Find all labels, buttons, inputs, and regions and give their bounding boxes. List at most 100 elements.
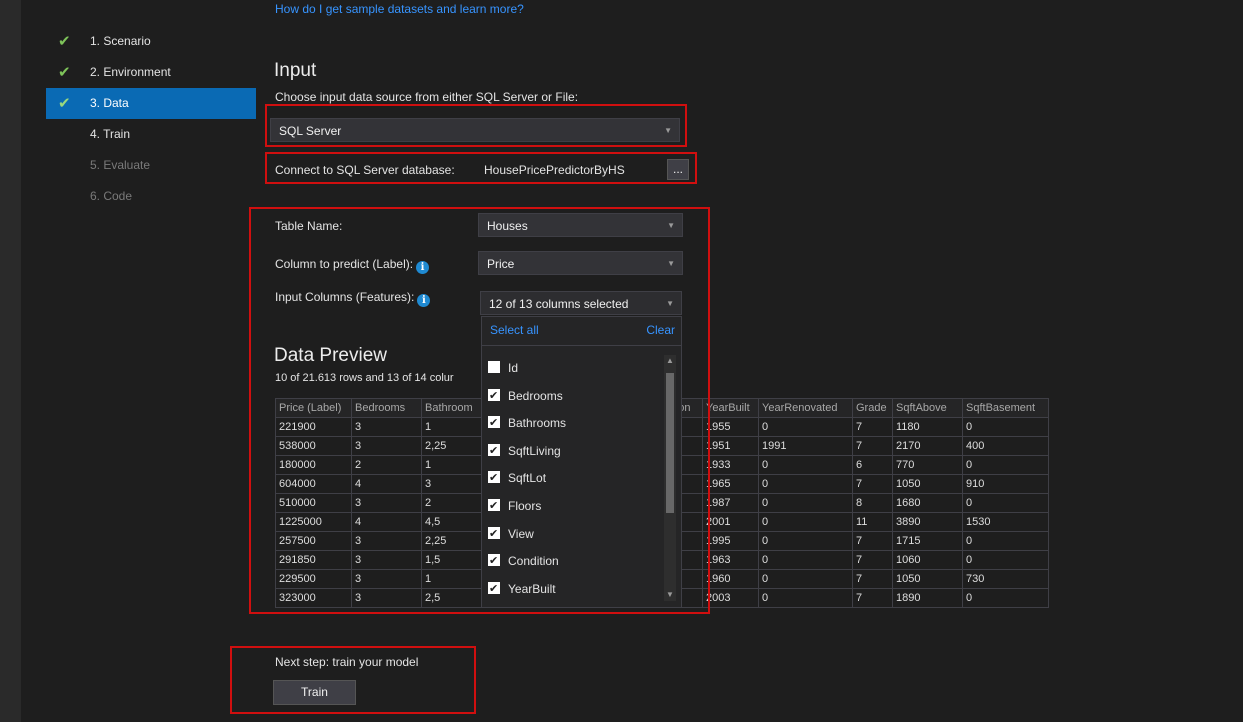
table-cell: 0 bbox=[758, 512, 853, 532]
nav-step-label: 6. Code bbox=[90, 189, 133, 203]
sample-datasets-link[interactable]: How do I get sample datasets and learn m… bbox=[275, 2, 524, 16]
table-cell: 180000 bbox=[275, 455, 352, 475]
checkbox[interactable] bbox=[488, 383, 500, 410]
data-source-dropdown[interactable]: SQL Server ▼ bbox=[270, 118, 680, 142]
popup-scrollbar[interactable]: ▲ ▼ bbox=[664, 355, 676, 601]
nav-step-label: 5. Evaluate bbox=[90, 158, 151, 172]
checkbox[interactable] bbox=[488, 410, 500, 438]
table-cell: 7 bbox=[852, 588, 893, 608]
wizard-steps-nav: ✔ 1. Scenario ✔ 2. Environment ✔ 3. Data… bbox=[46, 26, 256, 212]
table-cell: 4,5 bbox=[421, 512, 482, 532]
checkbox[interactable] bbox=[488, 493, 500, 521]
table-cell: 2,25 bbox=[421, 436, 482, 456]
nav-step-environment[interactable]: ✔ 2. Environment bbox=[46, 57, 256, 88]
feature-option[interactable]: YearBuilt bbox=[488, 576, 658, 603]
table-cell: 1050 bbox=[892, 474, 963, 494]
table-cell: 0 bbox=[758, 550, 853, 570]
label-column-text: Column to predict (Label): bbox=[275, 257, 414, 271]
info-icon[interactable]: i bbox=[416, 261, 430, 274]
checkbox[interactable] bbox=[488, 548, 500, 576]
feature-option[interactable]: SqftLiving bbox=[488, 438, 658, 465]
table-cell: 1995 bbox=[702, 531, 759, 551]
feature-option-label: View bbox=[508, 526, 534, 541]
nav-step-data[interactable]: ✔ 3. Data bbox=[46, 88, 256, 119]
left-edge-panel bbox=[0, 0, 21, 722]
grid-column-header[interactable]: YearBuilt bbox=[702, 398, 759, 418]
nav-step-train[interactable]: 4. Train bbox=[46, 119, 256, 150]
chevron-down-icon: ▼ bbox=[666, 299, 674, 308]
table-cell: 4 bbox=[351, 512, 422, 532]
feature-option-label: YearBuilt bbox=[508, 581, 556, 596]
data-preview-summary: 10 of 21.613 rows and 13 of 14 colur bbox=[275, 372, 454, 384]
features-dropdown[interactable]: 12 of 13 columns selected ▼ bbox=[480, 291, 682, 315]
table-cell: 0 bbox=[962, 455, 1049, 475]
table-cell: 0 bbox=[758, 417, 853, 437]
scroll-up-icon[interactable]: ▲ bbox=[664, 355, 676, 367]
table-cell: 6 bbox=[852, 455, 893, 475]
browse-connection-button[interactable]: ... bbox=[667, 159, 689, 180]
nav-step-evaluate: 5. Evaluate bbox=[46, 150, 256, 181]
feature-option-label: Id bbox=[508, 361, 519, 375]
grid-column-header[interactable]: YearRenovated bbox=[758, 398, 853, 418]
features-label: Input Columns (Features): i bbox=[275, 290, 431, 307]
table-cell: 3 bbox=[351, 550, 422, 570]
checkbox[interactable] bbox=[488, 465, 500, 493]
table-cell: 1 bbox=[421, 417, 482, 437]
features-select-popup: Select all Clear Id Bedrooms Bathrooms Sqft… bbox=[481, 316, 682, 608]
checkbox[interactable] bbox=[488, 438, 500, 465]
feature-option[interactable]: Id bbox=[488, 355, 658, 383]
nav-step-code: 6. Code bbox=[46, 181, 256, 212]
input-heading: Input bbox=[274, 60, 317, 81]
table-name-label: Table Name: bbox=[275, 219, 343, 233]
table-cell: 510000 bbox=[275, 493, 352, 513]
info-icon[interactable]: i bbox=[417, 294, 431, 307]
input-subtitle: Choose input data source from either SQL… bbox=[275, 90, 579, 104]
feature-option[interactable]: Bathrooms bbox=[488, 410, 658, 438]
feature-option[interactable]: View bbox=[488, 521, 658, 548]
table-cell: 0 bbox=[758, 455, 853, 475]
table-cell: 229500 bbox=[275, 569, 352, 589]
table-cell: 604000 bbox=[275, 474, 352, 494]
feature-option-label: Condition bbox=[508, 554, 559, 569]
table-cell: 0 bbox=[758, 493, 853, 513]
table-cell: 400 bbox=[962, 436, 1049, 456]
popup-header: Select all Clear bbox=[482, 317, 681, 346]
connect-label: Connect to SQL Server database: bbox=[275, 163, 455, 177]
checkbox[interactable] bbox=[488, 361, 500, 373]
grid-column-header[interactable]: Grade bbox=[852, 398, 893, 418]
table-cell: 1991 bbox=[758, 436, 853, 456]
grid-column-header[interactable]: SqftAbove bbox=[892, 398, 963, 418]
scrollbar-thumb[interactable] bbox=[666, 373, 674, 513]
table-cell: 1530 bbox=[962, 512, 1049, 532]
grid-column-header[interactable]: Bathroom bbox=[421, 398, 482, 418]
feature-option[interactable]: Bedrooms bbox=[488, 383, 658, 410]
checkbox[interactable] bbox=[488, 576, 500, 603]
table-cell: 221900 bbox=[275, 417, 352, 437]
table-cell: 2,25 bbox=[421, 531, 482, 551]
grid-column-header[interactable]: Price (Label) bbox=[275, 398, 352, 418]
table-cell: 2170 bbox=[892, 436, 963, 456]
table-cell: 291850 bbox=[275, 550, 352, 570]
table-cell: 8 bbox=[852, 493, 893, 513]
table-cell: 3 bbox=[351, 569, 422, 589]
feature-option[interactable]: SqftLot bbox=[488, 465, 658, 493]
chevron-down-icon: ▼ bbox=[667, 221, 675, 230]
features-value: 12 of 13 columns selected bbox=[489, 297, 629, 311]
select-all-link[interactable]: Select all bbox=[490, 323, 539, 337]
scroll-down-icon[interactable]: ▼ bbox=[664, 589, 676, 601]
feature-option[interactable]: Condition bbox=[488, 548, 658, 576]
feature-option-label: Bedrooms bbox=[508, 388, 563, 403]
train-button[interactable]: Train bbox=[273, 680, 356, 705]
table-cell: 257500 bbox=[275, 531, 352, 551]
label-column-dropdown[interactable]: Price ▼ bbox=[478, 251, 683, 275]
grid-column-header[interactable]: Bedrooms bbox=[351, 398, 422, 418]
feature-option[interactable]: Floors bbox=[488, 493, 658, 521]
clear-link[interactable]: Clear bbox=[646, 323, 675, 337]
table-cell: 1890 bbox=[892, 588, 963, 608]
table-name-dropdown[interactable]: Houses ▼ bbox=[478, 213, 683, 237]
nav-step-label: 4. Train bbox=[90, 127, 131, 141]
feature-option-label: SqftLot bbox=[508, 471, 547, 486]
nav-step-scenario[interactable]: ✔ 1. Scenario bbox=[46, 26, 256, 57]
grid-column-header[interactable]: SqftBasement bbox=[962, 398, 1049, 418]
checkbox[interactable] bbox=[488, 521, 500, 548]
